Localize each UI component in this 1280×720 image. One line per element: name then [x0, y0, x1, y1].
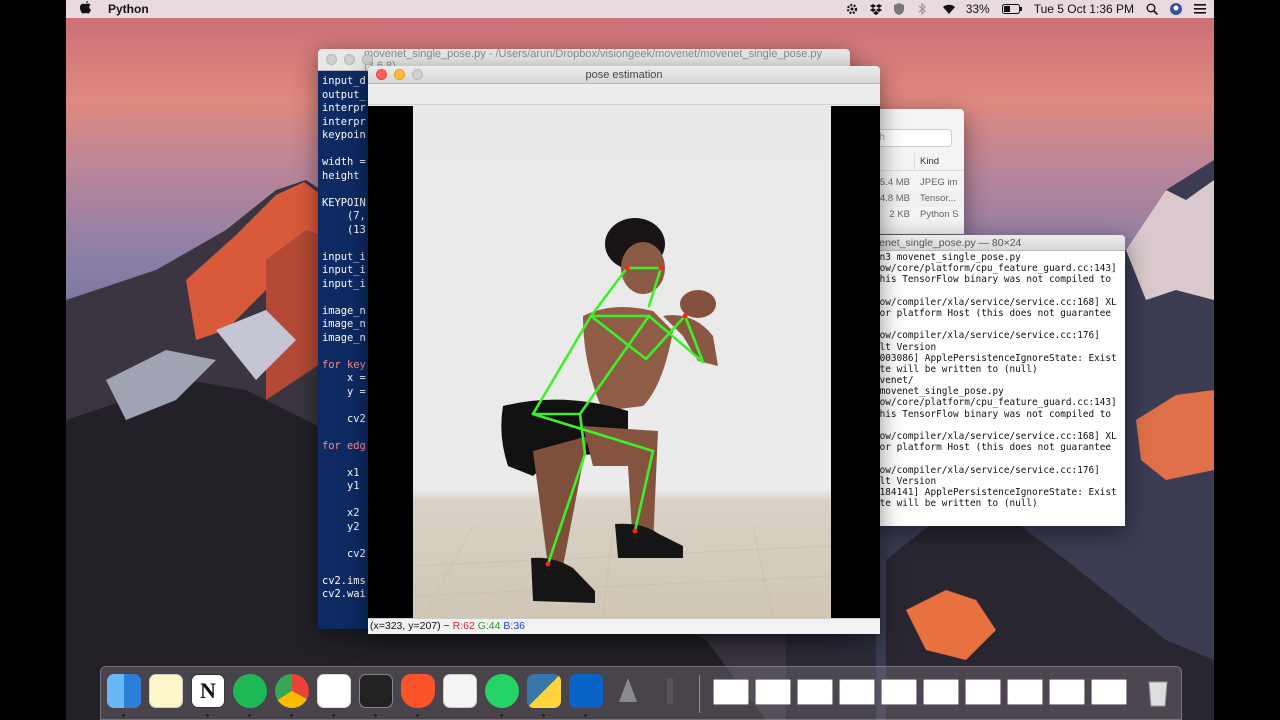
close-button[interactable] — [376, 69, 387, 80]
terminal-line: for platform Host (this does not guarant… — [874, 442, 1112, 454]
terminal-line: low/compiler/xla/service/service.cc:168]… — [874, 431, 1117, 442]
terminal-line: low/compiler/xla/service/service.cc:176] — [874, 464, 1100, 476]
file-kind: JPEG im — [920, 177, 958, 188]
clock[interactable]: Tue 5 Oct 1:36 PM — [1034, 2, 1134, 16]
terminal-line: this TensorFlow binary was not compiled … — [874, 408, 1112, 420]
trash-icon[interactable] — [1141, 674, 1175, 708]
terminal-line: for platform Host (this does not guarant… — [874, 307, 1112, 319]
notion-icon[interactable]: N — [191, 674, 225, 708]
image-canvas[interactable] — [368, 106, 880, 618]
battery-icon[interactable] — [1001, 3, 1022, 15]
terminal-line: ate will be written to (null) — [874, 498, 1038, 510]
terminal-line: movenet_single_pose.py — [874, 386, 1004, 398]
close-button[interactable] — [326, 54, 337, 65]
terminal-line: ovenet/ — [874, 375, 914, 387]
window-thumbnail[interactable] — [755, 679, 791, 705]
window-thumbnail[interactable] — [1049, 679, 1085, 705]
terminal-title: venet_single_pose.py — 80×24 — [874, 236, 1022, 249]
chrome-icon[interactable] — [275, 674, 309, 708]
bluetooth-icon[interactable] — [918, 2, 930, 16]
pose-window-title: pose estimation — [585, 68, 663, 81]
spotify-icon[interactable] — [233, 674, 267, 708]
window-thumbnail[interactable] — [923, 679, 959, 705]
terminal-line: ate will be written to (null) — [874, 363, 1038, 375]
file-size: 4.8 MB — [879, 193, 910, 204]
person-figure — [413, 218, 831, 618]
window-thumbnail[interactable] — [1091, 679, 1127, 705]
user-avatar-icon[interactable] — [1170, 3, 1182, 15]
kind-column-header[interactable]: Kind — [920, 156, 939, 167]
pose-titlebar[interactable]: pose estimation — [368, 66, 880, 84]
python-icon[interactable] — [527, 674, 561, 708]
notes-icon[interactable] — [149, 674, 183, 708]
terminal-output[interactable]: on3 movenet_single_pose.py low/core/platf… — [872, 251, 1125, 510]
spotlight-search-icon[interactable] — [1146, 3, 1159, 16]
wifi-icon[interactable] — [942, 3, 955, 15]
terminal-line: ult Version — [874, 341, 937, 353]
pose-estimation-window: pose estimation (x=323, y=207) ~ R:62 G:… — [368, 66, 880, 634]
minimize-button[interactable] — [344, 54, 355, 65]
shield-status-icon[interactable] — [893, 3, 906, 15]
terminal-titlebar[interactable]: venet_single_pose.py — 80×24 — [872, 235, 1125, 251]
window-thumbnail[interactable] — [1007, 679, 1043, 705]
zoom-button[interactable] — [412, 69, 423, 80]
terminal-line: this TensorFlow binary was not compiled … — [874, 274, 1112, 286]
pixel-status-bar: (x=323, y=207) ~ R:62 G:44 B:36 — [368, 618, 880, 634]
automator-icon[interactable] — [611, 674, 645, 708]
brave-icon[interactable] — [401, 674, 435, 708]
dropbox-icon[interactable] — [869, 3, 882, 15]
red-value: R:62 — [452, 620, 475, 632]
notification-center-icon[interactable] — [1194, 3, 1206, 15]
menu-bar: Python 33% Tue 5 Oct 1:36 PM — [66, 0, 1214, 18]
zoom-button[interactable] — [362, 54, 373, 65]
terminal-icon[interactable] — [359, 674, 393, 708]
window-thumbnail[interactable] — [797, 679, 833, 705]
window-thumbnail[interactable] — [713, 679, 749, 705]
pose-toolbar — [368, 84, 880, 105]
terminal-line: 1003086] ApplePersistenceIgnoreState: Ex… — [874, 352, 1117, 364]
terminal-line: low/compiler/xla/service/service.cc:168]… — [874, 296, 1117, 308]
file-size: 2 KB — [889, 209, 910, 220]
outlook-icon[interactable] — [569, 674, 603, 708]
apple-menu-icon[interactable] — [80, 1, 92, 17]
green-value: G:44 — [477, 620, 501, 632]
blue-value: B:36 — [503, 620, 526, 632]
terminal-line: low/core/platform/cpu_feature_guard.cc:1… — [874, 397, 1117, 409]
battery-percent[interactable]: 33% — [966, 2, 990, 16]
whatsapp-icon[interactable] — [485, 674, 519, 708]
pen-icon[interactable] — [653, 674, 687, 708]
minimize-button[interactable] — [394, 69, 405, 80]
file-kind: Tensor... — [920, 193, 956, 204]
terminal-line: low/compiler/xla/service/service.cc:176] — [874, 330, 1100, 342]
desktop: Python 33% Tue 5 Oct 1:36 PM rch Kind 5.… — [66, 0, 1214, 720]
terminal-line: low/core/platform/cpu_feature_guard.cc:1… — [874, 263, 1117, 275]
terminal-line: 1184141] ApplePersistenceIgnoreState: Ex… — [874, 486, 1117, 498]
window-thumbnail[interactable] — [839, 679, 875, 705]
terminal-window: venet_single_pose.py — 80×24 on3 movenet… — [872, 235, 1125, 526]
slack-icon[interactable] — [317, 674, 351, 708]
pose-photo — [413, 106, 831, 618]
lasso-icon[interactable] — [443, 674, 477, 708]
finder-icon[interactable] — [107, 674, 141, 708]
file-kind: Python S — [920, 209, 959, 220]
file-size: 5.4 MB — [879, 177, 910, 188]
terminal-line: ult Version — [874, 475, 937, 487]
window-thumbnail[interactable] — [881, 679, 917, 705]
active-app-name[interactable]: Python — [108, 2, 149, 16]
cursor-coordinates: (x=323, y=207) ~ — [370, 620, 453, 632]
terminal-line: on3 movenet_single_pose.py — [874, 252, 1021, 263]
dock: N — [100, 666, 1182, 720]
window-thumbnail[interactable] — [965, 679, 1001, 705]
gear-status-icon[interactable] — [846, 3, 858, 15]
